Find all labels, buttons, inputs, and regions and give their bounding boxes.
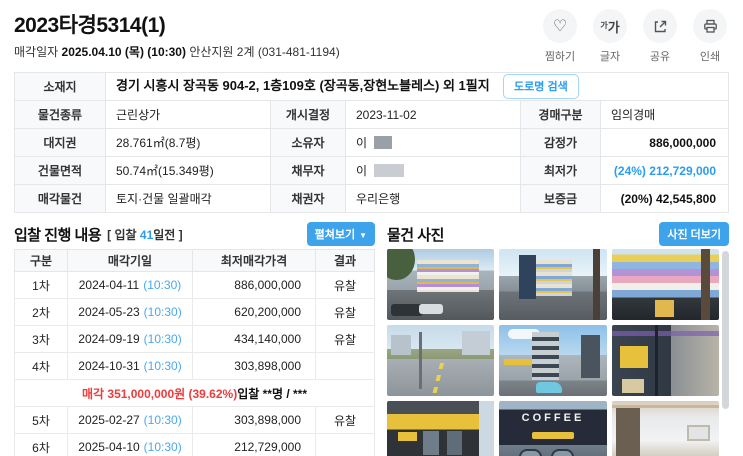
heart-icon [553, 16, 567, 36]
appraisal-label: 감정가 [520, 128, 601, 157]
photos-panel: 물건 사진 사진 더보기 COFFEE [387, 222, 729, 456]
sale-amount: 매각 351,000,000원 (39.62%) [81, 386, 238, 401]
case-start-value: 2023-11-02 [345, 100, 521, 129]
appraisal-value: 886,000,000 [600, 128, 729, 157]
sale-date-value: 2025.04.10 (목) (10:30) [61, 45, 186, 59]
photos-grid: COFFEE [387, 249, 719, 456]
property-info-table: 소재지 경기 시흥시 장곡동 904-2, 1층109호 (장곡동,장현노블레스… [14, 72, 729, 213]
min-price-value: (24%) 212,729,000 [600, 156, 729, 185]
photos-scrollbar[interactable] [722, 251, 729, 409]
court-info: 안산지원 2계 (031-481-1194) [189, 45, 340, 59]
lower-section: 입찰 진행 내용 [ 입찰 41일전 ] 펼쳐보기 구분 매각기일 최저매각가격… [14, 222, 729, 456]
share-icon [654, 20, 666, 32]
deposit-label: 보증금 [520, 184, 601, 213]
font-size-button[interactable]: 가가 글자 [593, 9, 627, 64]
info-row-1: 물건종류 근린상가 개시결정 2023-11-02 경매구분 임의경매 [14, 100, 729, 129]
property-photo-1[interactable] [387, 249, 495, 320]
owner-value: 이 [345, 128, 521, 157]
owner-label: 소유자 [270, 128, 346, 157]
header-actions: 찜하기 가가 글자 공유 인쇄 [543, 9, 729, 64]
land-right-value: 28.761㎡(8.7평) [105, 128, 271, 157]
photos-title: 물건 사진 [387, 226, 444, 244]
favorite-label: 찜하기 [544, 51, 576, 63]
redaction-box [374, 136, 393, 149]
sale-object-label: 매각물건 [14, 184, 106, 213]
property-type-label: 물건종류 [14, 100, 106, 129]
info-row-3: 건물면적 50.74㎡(15.349평) 채무자 이 최저가 (24%) 212… [14, 156, 729, 185]
bid-row: 6차 2025-04-10 (10:30) 212,729,000 [14, 433, 375, 456]
property-photo-5[interactable] [499, 325, 607, 396]
bid-row: 5차 2025-02-27 (10:30) 303,898,000 유찰 [14, 406, 375, 434]
debtor-label: 채무자 [270, 156, 346, 185]
share-label: 공유 [649, 51, 671, 63]
bid-row: 2차 2024-05-23 (10:30) 620,200,000 유찰 [14, 298, 375, 326]
bid-row: 1차 2024-04-11 (10:30) 886,000,000 유찰 [14, 271, 375, 299]
auction-type-label: 경매구분 [520, 100, 601, 129]
creditor-value: 우리은행 [345, 184, 521, 213]
info-row-2: 대지권 28.761㎡(8.7평) 소유자 이 감정가 886,000,000 [14, 128, 729, 157]
property-photo-2[interactable] [499, 249, 607, 320]
col-result: 결과 [315, 249, 375, 272]
print-label: 인쇄 [699, 51, 721, 63]
header: 2023타경5314(1) 매각일자 2025.04.10 (목) (10:30… [0, 0, 743, 70]
coffee-sign-text: COFFEE [521, 412, 585, 425]
col-date: 매각기일 [67, 249, 193, 272]
page-title: 2023타경5314(1) [14, 14, 166, 37]
sale-date-line: 매각일자 2025.04.10 (목) (10:30) 안산지원 2계 (031… [14, 43, 340, 60]
print-button[interactable]: 인쇄 [693, 9, 727, 64]
auction-detail-page: 2023타경5314(1) 매각일자 2025.04.10 (목) (10:30… [0, 0, 743, 456]
property-photo-8[interactable]: COFFEE [499, 401, 607, 456]
creditor-label: 채권자 [270, 184, 346, 213]
days-remaining: 41 [139, 227, 154, 242]
bid-history-table: 구분 매각기일 최저매각가격 결과 1차 2024-04-11 (10:30) 8… [14, 249, 375, 456]
sale-date-label: 매각일자 [14, 45, 59, 59]
road-name-search-button[interactable]: 도로명 검색 [503, 74, 579, 99]
bid-countdown: [ 입찰 41일전 ] [107, 227, 183, 242]
more-photos-button[interactable]: 사진 더보기 [659, 222, 729, 246]
bid-row: 4차 2024-10-31 (10:30) 303,898,000 [14, 352, 375, 380]
deposit-value: (20%) 42,545,800 [600, 184, 729, 213]
redaction-box [374, 164, 405, 177]
address-label: 소재지 [14, 72, 106, 101]
property-photo-9[interactable] [611, 401, 719, 456]
bid-history-panel: 입찰 진행 내용 [ 입찰 41일전 ] 펼쳐보기 구분 매각기일 최저매각가격… [14, 222, 375, 456]
land-right-label: 대지권 [14, 128, 106, 157]
building-area-value: 50.74㎡(15.349평) [105, 156, 271, 185]
bid-table-header: 구분 매각기일 최저매각가격 결과 [14, 249, 375, 272]
property-photo-4[interactable] [387, 325, 495, 396]
photos-header: 물건 사진 사진 더보기 [387, 222, 729, 246]
property-photo-6[interactable] [611, 325, 719, 396]
info-row-4: 매각물건 토지·건물 일괄매각 채권자 우리은행 보증금 (20%) 42,54… [14, 184, 729, 213]
print-icon [703, 19, 717, 33]
share-button[interactable]: 공유 [643, 9, 677, 64]
min-price-label: 최저가 [520, 156, 601, 185]
sale-result-row: 매각 351,000,000원 (39.62%)입찰 **명 / *** [14, 379, 375, 407]
address-value: 경기 시흥시 장곡동 904-2, 1층109호 (장곡동,장현노블레스) 외 … [116, 78, 490, 93]
building-area-label: 건물면적 [14, 156, 106, 185]
favorite-button[interactable]: 찜하기 [543, 9, 577, 64]
col-round: 구분 [14, 249, 68, 272]
header-titles: 2023타경5314(1) 매각일자 2025.04.10 (목) (10:30… [14, 9, 340, 60]
address-row: 소재지 경기 시흥시 장곡동 904-2, 1층109호 (장곡동,장현노블레스… [14, 72, 729, 101]
debtor-value: 이 [345, 156, 521, 185]
font-size-icon: 가가 [600, 19, 620, 35]
property-photo-7[interactable] [387, 401, 495, 456]
sale-object-value: 토지·건물 일괄매각 [105, 184, 271, 213]
auction-type-value: 임의경매 [600, 100, 729, 129]
case-start-label: 개시결정 [270, 100, 346, 129]
font-size-label: 글자 [599, 51, 621, 63]
bid-section-header: 입찰 진행 내용 [ 입찰 41일전 ] 펼쳐보기 [14, 222, 375, 246]
address-cell: 경기 시흥시 장곡동 904-2, 1층109호 (장곡동,장현노블레스) 외 … [105, 72, 729, 101]
chevron-down-icon [355, 229, 367, 241]
property-type-value: 근린상가 [105, 100, 271, 129]
photos-grid-wrapper: COFFEE [387, 249, 729, 456]
property-photo-3[interactable] [611, 249, 719, 320]
expand-button[interactable]: 펼쳐보기 [306, 222, 375, 246]
bid-row: 3차 2024-09-19 (10:30) 434,140,000 유찰 [14, 325, 375, 353]
sale-bidders: 입찰 **명 / *** [237, 386, 308, 401]
bid-section-title: 입찰 진행 내용 [14, 226, 102, 244]
col-price: 최저매각가격 [192, 249, 316, 272]
